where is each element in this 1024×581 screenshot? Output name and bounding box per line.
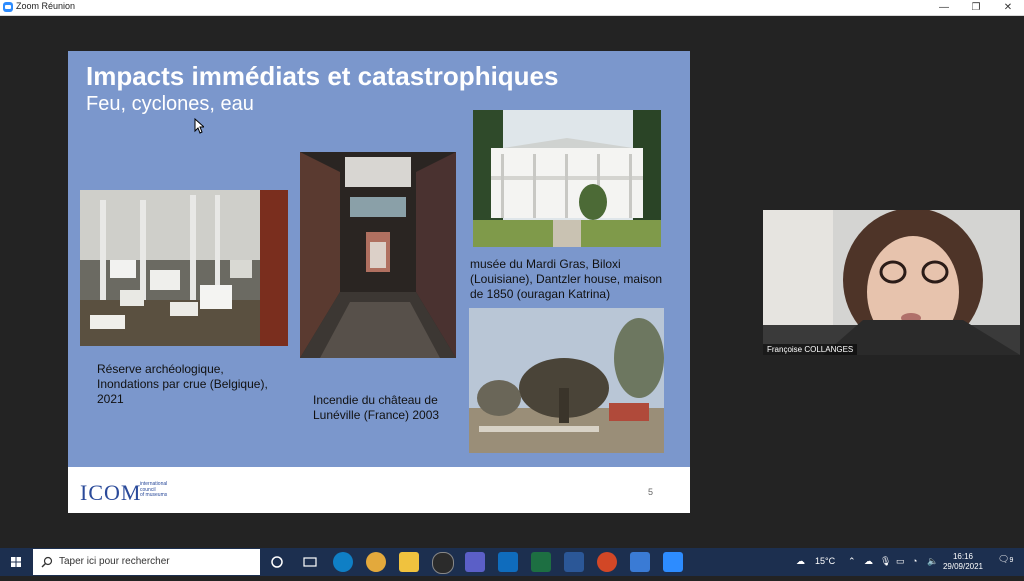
- weather-icon[interactable]: ☁: [796, 556, 805, 567]
- participant-name: Françoise COLLANGES: [763, 344, 858, 355]
- task-view-icon[interactable]: [300, 552, 320, 572]
- cortana-icon[interactable]: [267, 552, 287, 572]
- zoom-app-icon: [3, 2, 13, 12]
- battery-icon[interactable]: ▭: [896, 556, 905, 567]
- slide-title: Impacts immédiats et catastrophiques: [86, 61, 559, 91]
- system-clock[interactable]: 16:16 29/09/2021: [941, 552, 985, 572]
- photo-hurricane-damage: [469, 308, 664, 453]
- caption-biloxi: musée du Mardi Gras, Biloxi (Louisiane),…: [470, 257, 663, 301]
- slide-footer: ICOM international council of museums 5: [68, 467, 690, 513]
- caption-luneville: Incendie du château de Lunéville (France…: [313, 393, 440, 422]
- window-title: Zoom Réunion: [16, 1, 76, 11]
- search-icon: [41, 556, 53, 568]
- move-cursor-icon: [194, 118, 204, 134]
- search-placeholder: Taper ici pour rechercher: [59, 556, 170, 567]
- photo-dantzler-house: [473, 110, 661, 247]
- icom-logo: ICOM: [80, 480, 142, 505]
- minimize-button[interactable]: —: [928, 0, 960, 15]
- chrome-icon[interactable]: [366, 552, 386, 572]
- microphone-icon[interactable]: 🎙: [880, 556, 891, 567]
- wifi-icon[interactable]: ◔: [912, 556, 917, 566]
- participant-video[interactable]: Françoise COLLANGES: [763, 210, 1020, 355]
- notifications-count: 9: [1009, 557, 1014, 564]
- windows-logo-icon: [11, 557, 21, 567]
- maximize-button[interactable]: ❐: [960, 0, 992, 15]
- window-titlebar: Zoom Réunion — ❐ ✕: [0, 0, 1024, 16]
- photo-burned-castle: [300, 152, 456, 358]
- close-button[interactable]: ✕: [992, 0, 1024, 15]
- notifications-icon[interactable]: 🗨9: [998, 554, 1013, 565]
- excel-icon[interactable]: [531, 552, 551, 572]
- weather-temperature[interactable]: 15°C: [815, 556, 835, 566]
- dell-icon[interactable]: [432, 552, 454, 574]
- zoom-taskbar-icon[interactable]: [663, 552, 683, 572]
- windows-taskbar: Taper ici pour rechercher ☁ 15°C ⌃ ☁ 🎙 ▭…: [0, 548, 1024, 576]
- caption-archeological-reserve: Réserve archéologique, Inondations par c…: [97, 362, 268, 406]
- tray-overflow-icon[interactable]: ⌃: [848, 556, 856, 567]
- file-explorer-icon[interactable]: [399, 552, 419, 572]
- outlook-icon[interactable]: [498, 552, 518, 572]
- slide-subtitle: Feu, cyclones, eau: [86, 93, 254, 115]
- slide-page-number: 5: [648, 487, 654, 497]
- powerpoint-icon[interactable]: [597, 552, 617, 572]
- volume-icon[interactable]: 🔈: [927, 556, 938, 567]
- word-icon[interactable]: [564, 552, 584, 572]
- shared-slide: Impacts immédiats et catastrophiques Feu…: [68, 51, 690, 513]
- teams-icon[interactable]: [465, 552, 485, 572]
- icom-logo-subtitle: international council of museums: [140, 481, 168, 498]
- edge-icon[interactable]: [333, 552, 353, 572]
- photo-flooded-storage: [80, 190, 288, 346]
- defender-icon[interactable]: [630, 552, 650, 572]
- onedrive-icon[interactable]: ☁: [864, 556, 873, 567]
- taskbar-search-box[interactable]: Taper ici pour rechercher: [33, 549, 260, 575]
- start-button[interactable]: [0, 548, 32, 576]
